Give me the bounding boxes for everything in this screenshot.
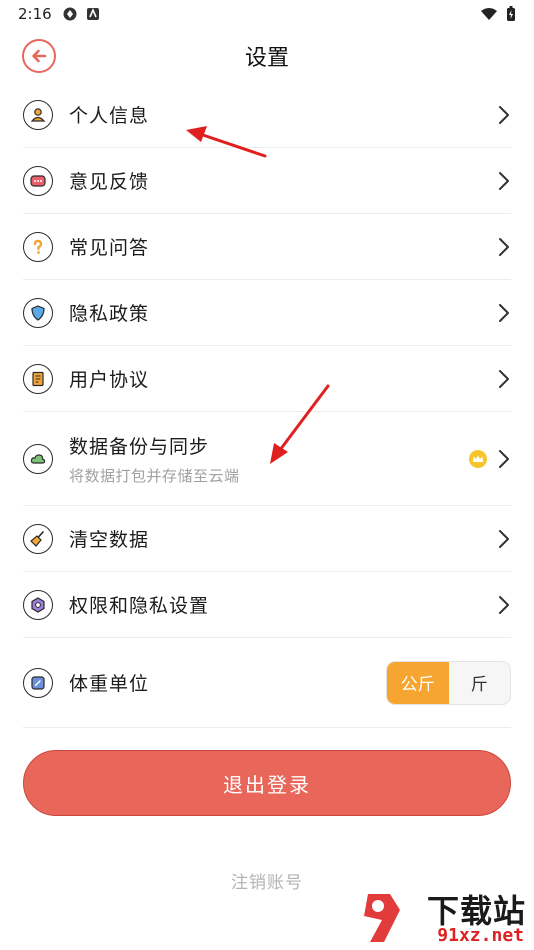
settings-item-label: 体重单位 [69, 673, 150, 695]
unit-option-kg[interactable]: 公斤 [387, 661, 449, 704]
status-bar: 2:16 [0, 0, 534, 28]
scale-icon [23, 667, 53, 698]
settings-item-data-backup[interactable]: 数据备份与同步 将数据打包并存储至云端 [23, 412, 511, 506]
settings-item-personal-info[interactable]: 个人信息 [23, 82, 511, 148]
battery-icon [507, 6, 515, 21]
feedback-icon [23, 165, 53, 196]
chevron-right-icon [499, 171, 509, 190]
settings-item-label: 隐私政策 [69, 303, 150, 325]
settings-item-permissions-privacy[interactable]: 权限和隐私设置 [23, 572, 511, 638]
wifi-icon [481, 8, 497, 20]
chevron-right-icon [499, 369, 509, 388]
user-icon [23, 99, 53, 130]
watermark: 下载站 91xz.net [350, 884, 530, 948]
chevron-right-icon [499, 237, 509, 256]
settings-item-sublabel: 将数据打包并存储至云端 [69, 466, 240, 485]
question-icon [23, 231, 53, 262]
header: 设置 [0, 30, 534, 80]
unit-option-jin[interactable]: 斤 [449, 662, 511, 704]
status-time: 2:16 [18, 5, 52, 23]
weight-unit-toggle: 公斤 斤 [386, 660, 511, 705]
settings-item-weight-unit: 体重单位 公斤 斤 [23, 638, 511, 728]
status-right-icons [480, 6, 516, 22]
watermark-url: 91xz.net [437, 925, 524, 946]
broom-icon [23, 523, 53, 554]
status-left-icons [62, 6, 100, 22]
app-notification-icon [86, 7, 99, 20]
settings-item-label: 个人信息 [69, 105, 150, 127]
shield-icon [23, 297, 53, 328]
watermark-logo-icon [364, 894, 400, 942]
chevron-right-icon [499, 449, 509, 468]
chevron-right-icon [499, 303, 509, 322]
settings-item-clear-data[interactable]: 清空数据 [23, 506, 511, 572]
settings-item-label: 常见问答 [69, 237, 150, 259]
sync-icon [63, 7, 77, 21]
page-title: 设置 [244, 46, 289, 71]
cloud-icon [23, 443, 53, 474]
chevron-right-icon [499, 105, 509, 124]
settings-item-label: 数据备份与同步 [69, 435, 210, 458]
chevron-right-icon [499, 595, 509, 614]
settings-item-faq[interactable]: 常见问答 [23, 214, 511, 280]
settings-item-label: 权限和隐私设置 [69, 595, 210, 617]
settings-list: 个人信息 意见反馈 常见问答 隐私政策 用户协议 数据备份与同步 将数据打包并存… [23, 82, 511, 728]
settings-item-feedback[interactable]: 意见反馈 [23, 148, 511, 214]
settings-item-label: 清空数据 [69, 529, 150, 551]
logout-button[interactable]: 退出登录 [23, 750, 511, 816]
crown-icon [469, 449, 487, 468]
chevron-right-icon [499, 529, 509, 548]
document-icon [23, 363, 53, 394]
settings-item-label: 用户协议 [69, 369, 150, 391]
settings-item-privacy-policy[interactable]: 隐私政策 [23, 280, 511, 346]
settings-shield-icon [23, 589, 53, 620]
settings-item-label: 意见反馈 [69, 171, 150, 193]
settings-item-user-agreement[interactable]: 用户协议 [23, 346, 511, 412]
